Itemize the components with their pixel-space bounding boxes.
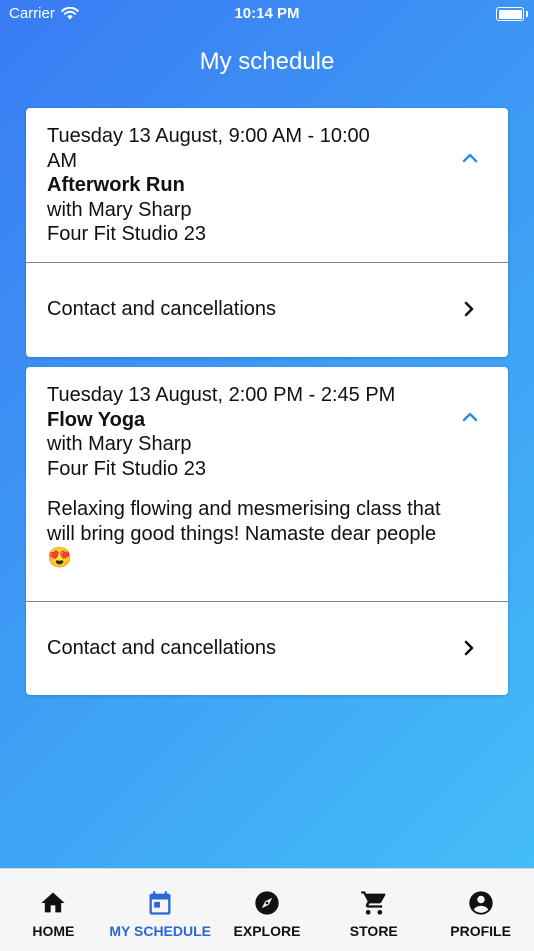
chevron-right-icon [464, 301, 474, 317]
tab-profile[interactable]: PROFILE [427, 869, 534, 951]
calendar-icon [149, 891, 171, 915]
schedule-card: Tuesday 13 August, 9:00 AM - 10:00 AM Af… [26, 108, 508, 357]
tab-label: PROFILE [450, 923, 511, 939]
class-time-continued: AM [47, 149, 77, 172]
schedule-card: Tuesday 13 August, 2:00 PM - 2:45 PM Flo… [26, 367, 508, 695]
class-description: Relaxing flowing and mesmerising class t… [47, 498, 441, 569]
compass-icon [255, 891, 279, 915]
class-instructor: with Mary Sharp [47, 433, 192, 455]
contact-cancellations-label: Contact and cancellations [47, 297, 277, 320]
contact-cancellations-button[interactable]: Contact and cancellations [26, 263, 508, 355]
status-bar: Carrier 10:14 PM [0, 0, 534, 28]
cart-icon [360, 891, 386, 915]
tab-label: MY SCHEDULE [109, 923, 212, 939]
page-title: My schedule [199, 48, 335, 75]
tab-label: STORE [349, 923, 398, 939]
tab-bar: HOME MY SCHEDULE EXPLORE STORE PROFILE [0, 868, 534, 951]
card-header[interactable]: Tuesday 13 August, 2:00 PM - 2:45 PM Flo… [26, 367, 508, 601]
class-time: Tuesday 13 August, 9:00 AM - 10:00 [47, 125, 370, 147]
tab-store[interactable]: STORE [320, 869, 427, 951]
class-name: Afterwork Run [47, 174, 185, 196]
tab-my-schedule[interactable]: MY SCHEDULE [107, 869, 214, 951]
class-location: Four Fit Studio 23 [47, 457, 206, 480]
chevron-right-icon [464, 640, 474, 656]
home-icon [41, 892, 66, 913]
tab-explore[interactable]: EXPLORE [214, 869, 321, 951]
contact-cancellations-label: Contact and cancellations [47, 636, 277, 659]
class-instructor: with Mary Sharp [47, 198, 192, 221]
tab-home[interactable]: HOME [0, 869, 107, 951]
tab-label: EXPLORE [233, 923, 301, 939]
status-time: 10:14 PM [234, 5, 300, 22]
class-time: Tuesday 13 August, 2:00 PM - 2:45 PM [47, 384, 396, 406]
account-circle-icon [468, 891, 493, 915]
class-location: Four Fit Studio 23 [47, 223, 206, 245]
class-name: Flow Yoga [47, 408, 146, 431]
contact-cancellations-button[interactable]: Contact and cancellations [26, 602, 508, 694]
chevron-up-icon[interactable] [460, 407, 480, 427]
card-header[interactable]: Tuesday 13 August, 9:00 AM - 10:00 AM Af… [26, 108, 508, 262]
chevron-up-icon[interactable] [460, 148, 480, 168]
tab-label: HOME [32, 923, 75, 939]
battery-icon [496, 7, 528, 21]
